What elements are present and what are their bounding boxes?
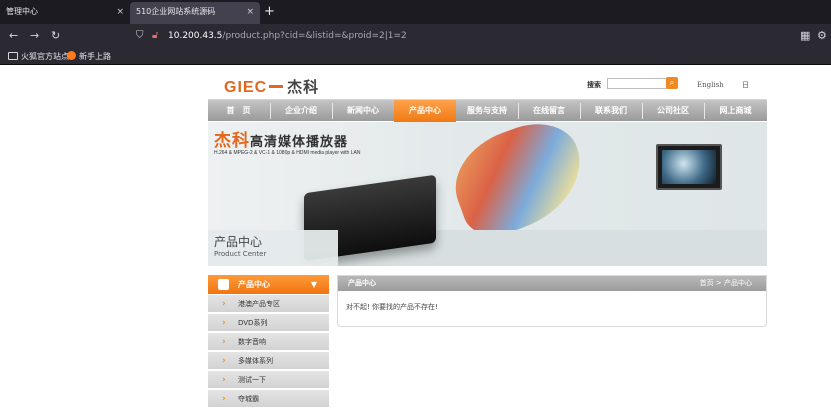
folder-icon xyxy=(8,52,18,60)
sidebar-item-label: DVD系列 xyxy=(238,319,268,327)
site-logo[interactable]: GIEC 杰科 xyxy=(224,76,319,97)
media-swirl-image xyxy=(441,122,597,246)
banner-title: 杰科高清媒体播放器 xyxy=(214,126,348,151)
lang-japanese-link[interactable]: 日 xyxy=(742,80,749,90)
content-title: 产品中心 xyxy=(348,279,376,287)
qr-code-icon[interactable]: ▦ xyxy=(800,28,810,44)
search-button[interactable]: ⌕ xyxy=(666,77,678,89)
sidebar-item-hk-macau[interactable]: › 港澳产品专区 xyxy=(208,295,329,313)
product-banner: 杰科高清媒体播放器 H.264 & MPEG-2 & VC-1 & 1080p … xyxy=(208,122,767,266)
banner-title-brand: 杰科 xyxy=(214,131,250,151)
content-header: 产品中心 首页 > 产品中心 xyxy=(338,276,766,291)
logo-bar xyxy=(269,85,284,88)
tab-management-center[interactable]: 管理中心 × xyxy=(0,2,130,24)
tab-site-source[interactable]: 510企业网站系统源码 × xyxy=(130,2,260,24)
nav-contact[interactable]: 联系我们 xyxy=(580,100,642,122)
product-content-panel: 产品中心 首页 > 产品中心 对不起! 你要找的产品不存在! xyxy=(337,275,767,327)
search-label: 搜索 xyxy=(587,81,601,89)
sidebar-item-label: 夺城霸 xyxy=(238,395,259,403)
logo-cn: 杰科 xyxy=(287,79,320,96)
lang-english-link[interactable]: English xyxy=(697,81,724,89)
chevron-right-icon: › xyxy=(222,299,226,309)
nav-guestbook[interactable]: 在线留言 xyxy=(518,100,580,122)
chevron-down-icon: ▼ xyxy=(310,280,317,289)
chevron-right-icon: › xyxy=(222,375,226,385)
nav-news[interactable]: 新闻中心 xyxy=(332,100,394,122)
url-bar[interactable]: ⛉ 🔓︎ 10.200.43.5/product.php?cid=&listid… xyxy=(130,27,790,45)
close-icon[interactable]: × xyxy=(116,2,124,22)
logo-en: GIEC xyxy=(224,79,268,96)
back-arrow-icon[interactable]: ← xyxy=(9,28,18,44)
banner-subtitle: H.264 & MPEG-2 & VC-1 & 1080p & HDMI med… xyxy=(214,150,361,156)
tab-title: 管理中心 xyxy=(6,7,38,16)
sidebar-item-audio[interactable]: › 数字音响 xyxy=(208,333,329,351)
sidebar-item-label: 多媒体系列 xyxy=(238,357,273,365)
tv-screen xyxy=(662,150,716,184)
sidebar-item-label: 数字音响 xyxy=(238,338,266,346)
sidebar-item-label: 港澳产品专区 xyxy=(238,300,280,308)
product-category-icon xyxy=(218,279,229,290)
sidebar-header[interactable]: 产品中心 ▼ xyxy=(208,275,329,294)
web-page: GIEC 杰科 搜索 ⌕ English 日 首 页 企业介绍 新闻中心 产品中心… xyxy=(0,66,831,409)
nav-service[interactable]: 服务与支持 xyxy=(456,100,518,122)
bookmark-getting-started[interactable]: 新手上路 xyxy=(67,50,111,63)
banner-title-rest: 高清媒体播放器 xyxy=(250,135,349,150)
sidebar-item-duochengba[interactable]: › 夺城霸 xyxy=(208,390,329,408)
url-text[interactable]: 10.200.43.5/product.php?cid=&listid=&pro… xyxy=(168,27,407,45)
nav-products[interactable]: 产品中心 xyxy=(394,100,456,122)
chevron-right-icon: › xyxy=(222,356,226,366)
bookmarks-bar: 火狐官方站点 新手上路 xyxy=(0,48,831,65)
chevron-right-icon: › xyxy=(222,394,226,404)
extensions-icon[interactable]: ⚙ xyxy=(817,28,827,44)
bookmark-label: 新手上路 xyxy=(79,52,111,61)
bookmark-label: 火狐官方站点 xyxy=(21,52,69,61)
close-icon[interactable]: × xyxy=(246,2,254,22)
breadcrumb[interactable]: 首页 > 产品中心 xyxy=(700,276,752,291)
forward-arrow-icon[interactable]: → xyxy=(30,28,39,44)
reload-icon[interactable]: ↻ xyxy=(51,28,60,44)
nav-shop[interactable]: 网上商城 xyxy=(704,100,767,122)
tv-image xyxy=(656,144,722,190)
sidebar-item-test[interactable]: › 测试一下 xyxy=(208,371,329,389)
tab-title: 510企业网站系统源码 xyxy=(136,7,216,16)
insecure-lock-icon[interactable]: 🔓︎ xyxy=(152,27,158,45)
nav-community[interactable]: 公司社区 xyxy=(642,100,704,122)
url-path: /product.php?cid=&listid=&proid=2|1=2 xyxy=(222,31,407,41)
nav-about[interactable]: 企业介绍 xyxy=(270,100,332,122)
browser-navigation-bar: ← → ↻ ⛉ 🔓︎ 10.200.43.5/product.php?cid=&… xyxy=(0,24,831,48)
search-input[interactable] xyxy=(607,78,667,89)
not-found-message: 对不起! 你要找的产品不存在! xyxy=(346,303,438,311)
url-host: 10.200.43.5 xyxy=(168,31,223,41)
sidebar-title: 产品中心 xyxy=(238,280,270,289)
site-container: GIEC 杰科 搜索 ⌕ English 日 首 页 企业介绍 新闻中心 产品中心… xyxy=(208,66,767,409)
banner-caption-cn: 产品中心 xyxy=(214,235,263,249)
new-tab-button[interactable]: + xyxy=(264,3,275,21)
bookmark-firefox-official[interactable]: 火狐官方站点 xyxy=(8,50,69,63)
browser-tab-bar: 管理中心 × 510企业网站系统源码 × + xyxy=(0,0,831,24)
product-sidebar: 产品中心 ▼ › 港澳产品专区 › DVD系列 › 数字音响 › 多媒体系列 › 测试一下… xyxy=(208,275,329,409)
shield-icon[interactable]: ⛉ xyxy=(136,27,144,45)
sidebar-item-label: 测试一下 xyxy=(238,376,266,384)
nav-home[interactable]: 首 页 xyxy=(208,100,269,122)
banner-caption-en: Product Center xyxy=(214,250,267,258)
chevron-right-icon: › xyxy=(222,318,226,328)
sidebar-item-dvd[interactable]: › DVD系列 xyxy=(208,314,329,332)
sidebar-item-multimedia[interactable]: › 多媒体系列 xyxy=(208,352,329,370)
firefox-icon xyxy=(67,51,76,60)
main-navigation: 首 页 企业介绍 新闻中心 产品中心 服务与支持 在线留言 联系我们 公司社区 … xyxy=(208,99,767,122)
chevron-right-icon: › xyxy=(222,337,226,347)
